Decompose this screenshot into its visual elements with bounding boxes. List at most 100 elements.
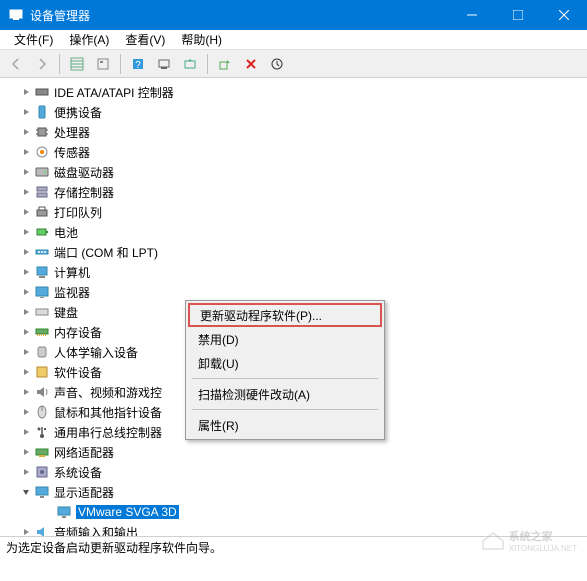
system-icon	[34, 464, 50, 480]
context-disable[interactable]: 禁用(D)	[188, 327, 382, 351]
tree-category[interactable]: 打印队列	[8, 202, 587, 222]
watermark-text: 系统之家	[509, 528, 577, 544]
chevron-right-icon[interactable]	[20, 186, 32, 198]
tree-label: 通用串行总线控制器	[54, 424, 162, 441]
chevron-right-icon[interactable]	[20, 446, 32, 458]
maximize-button[interactable]	[495, 0, 541, 30]
properties-toolbar-button[interactable]	[91, 52, 115, 76]
tree-category[interactable]: 磁盘驱动器	[8, 162, 587, 182]
show-hide-tree-button[interactable]	[65, 52, 89, 76]
tree-category[interactable]: 网络适配器	[8, 442, 587, 462]
menu-action[interactable]: 操作(A)	[61, 29, 117, 50]
scan-hardware-button[interactable]	[152, 52, 176, 76]
chevron-right-icon[interactable]	[20, 526, 32, 536]
tree-label: 传感器	[54, 144, 90, 161]
chevron-right-icon[interactable]	[20, 106, 32, 118]
tree-category[interactable]: 显示适配器	[8, 482, 587, 502]
tree-label: 计算机	[54, 264, 90, 281]
hid-icon	[34, 344, 50, 360]
update-driver-toolbar-button[interactable]	[178, 52, 202, 76]
chevron-right-icon[interactable]	[20, 266, 32, 278]
chevron-right-icon[interactable]	[20, 326, 32, 338]
display-icon	[34, 484, 50, 500]
toolbar-separator	[120, 54, 121, 74]
tree-label: 网络适配器	[54, 444, 114, 461]
minimize-button[interactable]	[449, 0, 495, 30]
tree-category[interactable]: 存储控制器	[8, 182, 587, 202]
tree-category[interactable]: 电池	[8, 222, 587, 242]
context-update-driver[interactable]: 更新驱动程序软件(P)...	[188, 303, 382, 327]
chevron-right-icon[interactable]	[20, 246, 32, 258]
chevron-right-icon[interactable]	[20, 286, 32, 298]
help-toolbar-button[interactable]: ?	[126, 52, 150, 76]
chevron-right-icon[interactable]	[20, 146, 32, 158]
chevron-right-icon[interactable]	[20, 86, 32, 98]
toolbar-separator	[207, 54, 208, 74]
tree-label: 打印队列	[54, 204, 102, 221]
context-menu: 更新驱动程序软件(P)... 禁用(D) 卸载(U) 扫描检测硬件改动(A) 属…	[185, 300, 385, 440]
watermark: 系统之家 XITONGLUJA.NET	[481, 528, 577, 553]
tree-label: 音频输入和输出	[54, 524, 138, 537]
sound-icon	[34, 384, 50, 400]
storage-icon	[34, 184, 50, 200]
menu-file[interactable]: 文件(F)	[6, 29, 61, 50]
cpu-icon	[34, 124, 50, 140]
chevron-right-icon[interactable]	[20, 386, 32, 398]
tree-label: 端口 (COM 和 LPT)	[54, 244, 158, 261]
tree-label: 系统设备	[54, 464, 102, 481]
toolbar: ?	[0, 50, 587, 78]
chevron-right-icon[interactable]	[20, 406, 32, 418]
tree-category[interactable]: 监视器	[8, 282, 587, 302]
context-properties[interactable]: 属性(R)	[188, 413, 382, 437]
computer-icon	[34, 264, 50, 280]
chevron-right-icon[interactable]	[20, 226, 32, 238]
uninstall-device-button[interactable]	[239, 52, 263, 76]
chevron-right-icon[interactable]	[20, 206, 32, 218]
tree-category[interactable]: 便携设备	[8, 102, 587, 122]
scan-changes-button[interactable]	[265, 52, 289, 76]
menu-help[interactable]: 帮助(H)	[173, 29, 230, 50]
status-text: 为选定设备启动更新驱动程序软件向导。	[6, 539, 222, 556]
audio-icon	[34, 524, 50, 536]
context-divider	[192, 409, 378, 410]
tree-category[interactable]: 端口 (COM 和 LPT)	[8, 242, 587, 262]
chevron-right-icon[interactable]	[20, 366, 32, 378]
watermark-url: XITONGLUJA.NET	[509, 544, 577, 553]
title-bar: 设备管理器	[0, 0, 587, 30]
toolbar-separator	[59, 54, 60, 74]
tree-label: 存储控制器	[54, 184, 114, 201]
chevron-right-icon[interactable]	[20, 466, 32, 478]
svg-text:?: ?	[135, 60, 141, 71]
context-divider	[192, 378, 378, 379]
tree-label: 键盘	[54, 304, 78, 321]
tree-category[interactable]: 处理器	[8, 122, 587, 142]
tree-label: 处理器	[54, 124, 90, 141]
software-icon	[34, 364, 50, 380]
tree-category[interactable]: IDE ATA/ATAPI 控制器	[8, 82, 587, 102]
disk-icon	[34, 164, 50, 180]
chevron-right-icon[interactable]	[20, 426, 32, 438]
chevron-right-icon[interactable]	[20, 166, 32, 178]
tree-label: IDE ATA/ATAPI 控制器	[54, 84, 174, 101]
portable-icon	[34, 104, 50, 120]
tree-category[interactable]: 系统设备	[8, 462, 587, 482]
app-icon	[8, 7, 24, 23]
printer-icon	[34, 204, 50, 220]
menu-view[interactable]: 查看(V)	[117, 29, 173, 50]
tree-category[interactable]: 传感器	[8, 142, 587, 162]
port-icon	[34, 244, 50, 260]
close-button[interactable]	[541, 0, 587, 30]
chevron-down-icon[interactable]	[20, 486, 32, 498]
context-scan[interactable]: 扫描检测硬件改动(A)	[188, 382, 382, 406]
mouse-icon	[34, 404, 50, 420]
chevron-right-icon[interactable]	[20, 346, 32, 358]
tree-device[interactable]: VMware SVGA 3D	[8, 502, 587, 522]
chevron-right-icon[interactable]	[20, 306, 32, 318]
context-uninstall[interactable]: 卸载(U)	[188, 351, 382, 375]
tree-label: 磁盘驱动器	[54, 164, 114, 181]
tree-category[interactable]: 计算机	[8, 262, 587, 282]
chevron-right-icon[interactable]	[20, 126, 32, 138]
ide-icon	[34, 84, 50, 100]
enable-device-button[interactable]	[213, 52, 237, 76]
tree-label: 内存设备	[54, 324, 102, 341]
